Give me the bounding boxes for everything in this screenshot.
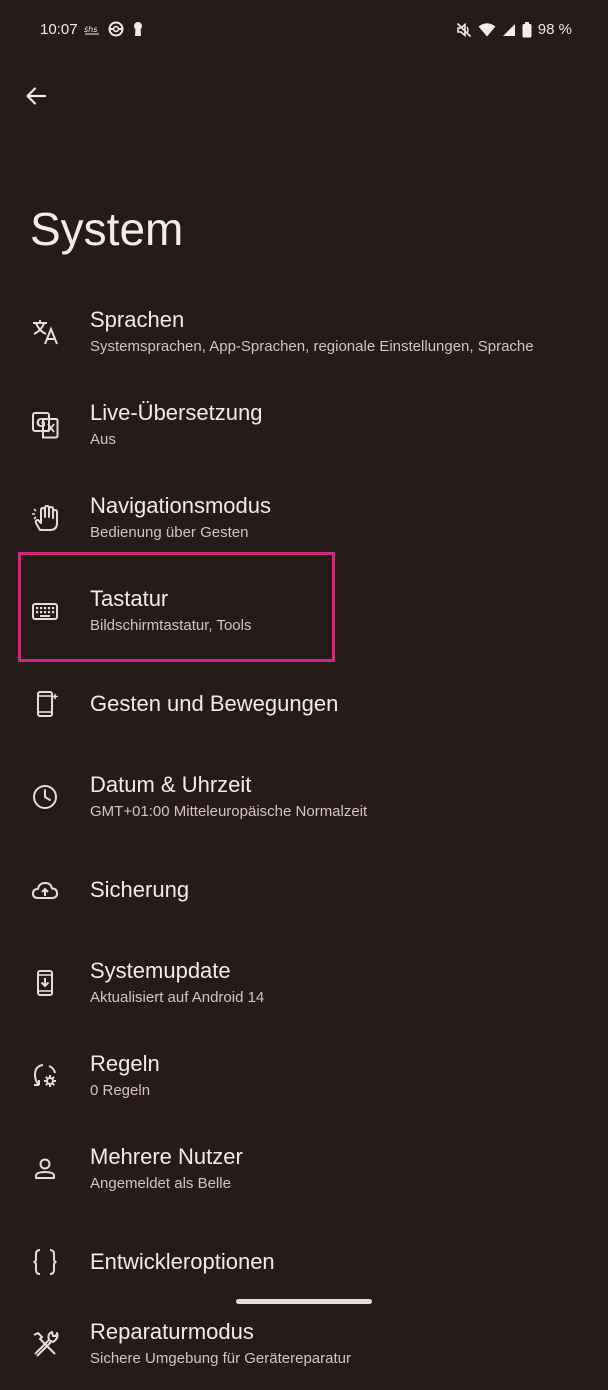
back-button[interactable] bbox=[18, 78, 54, 114]
person-icon bbox=[27, 1151, 63, 1187]
wifi-icon bbox=[478, 22, 496, 37]
setting-subtitle: Systemsprachen, App-Sprachen, regionale … bbox=[90, 337, 534, 355]
setting-title: Live-Übersetzung bbox=[90, 399, 263, 425]
keyhole-icon bbox=[132, 21, 144, 37]
setting-subtitle: Aus bbox=[90, 430, 116, 448]
setting-subtitle: 0 Regeln bbox=[90, 1081, 151, 1099]
setting-title: Sprachen bbox=[90, 306, 185, 332]
setting-subtitle: Bedienung über Gesten bbox=[90, 523, 249, 541]
setting-subtitle: Sichere Umgebung für Gerätereparatur bbox=[90, 1349, 351, 1367]
setting-title: Datum & Uhrzeit bbox=[90, 771, 252, 797]
battery-icon bbox=[522, 21, 532, 38]
cloud-upload-icon bbox=[27, 872, 63, 908]
setting-title: Sicherung bbox=[90, 876, 190, 902]
setting-title: Entwickleroptionen bbox=[90, 1248, 275, 1274]
setting-item-sprachen[interactable]: Sprachen Systemsprachen, App-Sprachen, r… bbox=[0, 285, 608, 378]
live-translate-icon: G bbox=[27, 407, 63, 443]
setting-item-regeln[interactable]: Regeln 0 Regeln bbox=[0, 1029, 608, 1122]
setting-item-mehrere-nutzer[interactable]: Mehrere Nutzer Angemeldet als Belle bbox=[0, 1122, 608, 1215]
setting-title: Navigationsmodus bbox=[90, 492, 271, 518]
gesture-hand-icon bbox=[27, 500, 63, 536]
svg-text:ṡhs: ṡhs bbox=[84, 25, 97, 34]
setting-item-gesten[interactable]: Gesten und Bewegungen bbox=[0, 657, 608, 750]
gesture-nav-bar[interactable] bbox=[236, 1299, 372, 1304]
page-title: System bbox=[30, 203, 184, 255]
setting-item-navigationsmodus[interactable]: Navigationsmodus Bedienung über Gesten bbox=[0, 471, 608, 564]
rules-icon bbox=[27, 1058, 63, 1094]
clock-icon bbox=[27, 779, 63, 815]
setting-item-reparaturmodus[interactable]: Reparaturmodus Sichere Umgebung für Gerä… bbox=[0, 1297, 608, 1390]
highlight-box bbox=[18, 552, 335, 662]
arrow-back-icon bbox=[24, 84, 48, 108]
setting-item-datum-uhrzeit[interactable]: Datum & Uhrzeit GMT+01:00 Mitteleuropäis… bbox=[0, 750, 608, 843]
status-time: 10:07 bbox=[40, 21, 78, 38]
system-update-icon bbox=[27, 965, 63, 1001]
mute-icon bbox=[456, 22, 472, 38]
setting-title: Regeln bbox=[90, 1050, 160, 1076]
status-right-icons: 98 % bbox=[456, 21, 572, 38]
setting-subtitle: Angemeldet als Belle bbox=[90, 1174, 231, 1192]
translate-icon bbox=[27, 314, 63, 350]
status-left-icons: ṡhs bbox=[84, 21, 144, 37]
setting-item-live-uebersetzung[interactable]: G Live-Übersetzung Aus bbox=[0, 378, 608, 471]
notification-app-icon: ṡhs bbox=[84, 22, 100, 36]
setting-item-systemupdate[interactable]: Systemupdate Aktualisiert auf Android 14 bbox=[0, 936, 608, 1029]
braces-icon bbox=[27, 1244, 63, 1280]
setting-title: Mehrere Nutzer bbox=[90, 1143, 243, 1169]
setting-title: Reparaturmodus bbox=[90, 1318, 254, 1344]
tools-icon bbox=[27, 1326, 63, 1362]
setting-item-sicherung[interactable]: Sicherung bbox=[0, 843, 608, 936]
status-bar: 10:07 ṡhs 98 % bbox=[0, 0, 608, 62]
phone-gesture-icon bbox=[27, 686, 63, 722]
setting-subtitle: GMT+01:00 Mitteleuropäische Normalzeit bbox=[90, 802, 368, 820]
battery-percent: 98 % bbox=[537, 21, 572, 38]
pokeball-icon bbox=[108, 21, 124, 37]
setting-title: Systemupdate bbox=[90, 957, 231, 983]
signal-icon bbox=[502, 23, 516, 37]
setting-title: Gesten und Bewegungen bbox=[90, 690, 339, 716]
setting-subtitle: Aktualisiert auf Android 14 bbox=[90, 988, 265, 1006]
setting-item-entwickleroptionen[interactable]: Entwickleroptionen bbox=[0, 1215, 608, 1308]
